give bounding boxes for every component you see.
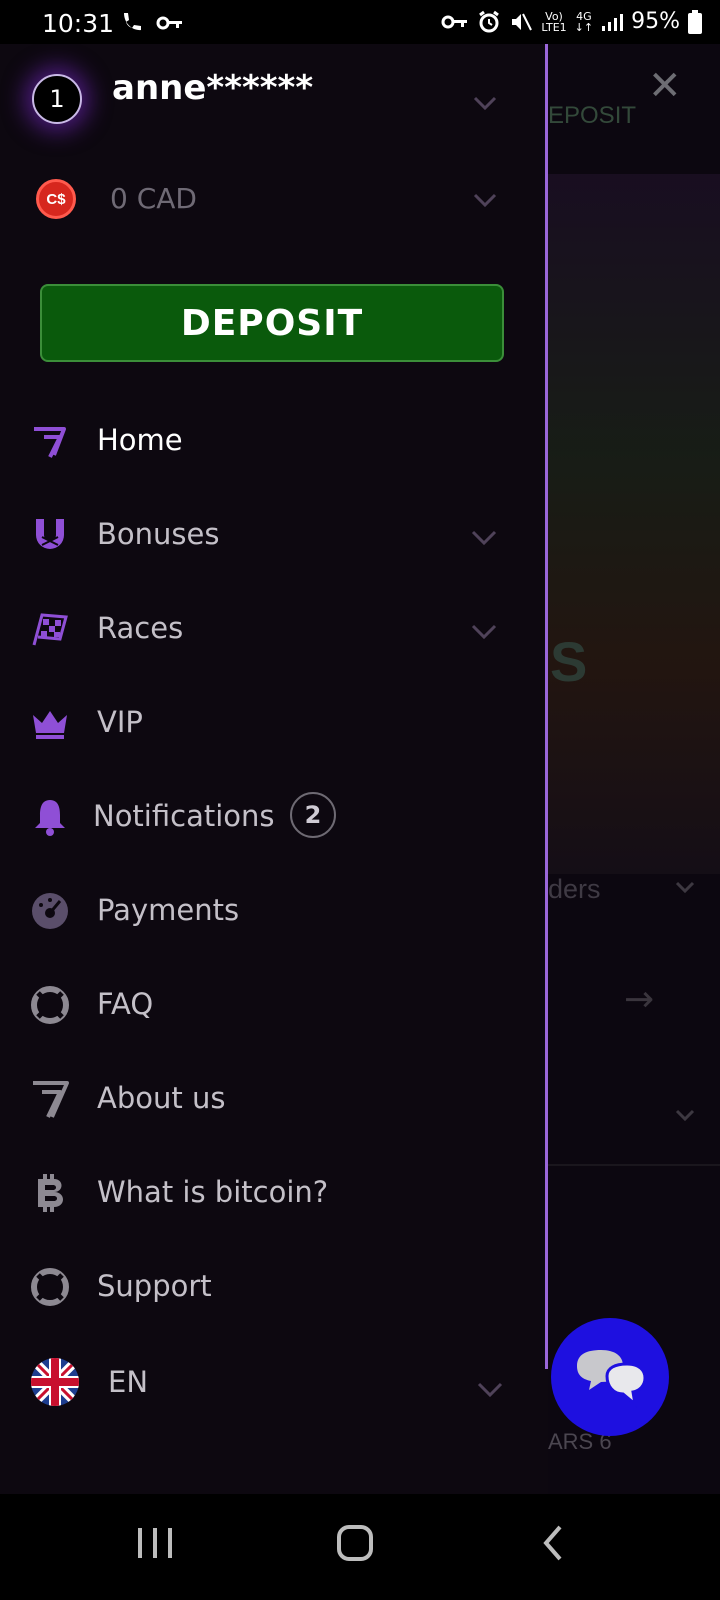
level-avatar[interactable]: 1 <box>32 74 82 124</box>
crown-icon <box>33 711 67 739</box>
support-lifebuoy-icon <box>31 1268 69 1306</box>
home-button-icon[interactable] <box>320 1514 390 1574</box>
arrow-right-icon: → <box>624 979 655 1020</box>
menu-label: Support <box>97 1269 212 1303</box>
chevron-down-icon <box>471 530 497 546</box>
language-label: EN <box>108 1365 149 1399</box>
chevron-down-icon <box>477 1382 503 1398</box>
status-bar: 10:31 Vo) LTE1 4G ↓↑ 95% <box>0 0 720 44</box>
chevron-down-icon[interactable] <box>472 187 498 213</box>
chevron-down-icon <box>675 881 695 894</box>
horseshoe-icon <box>36 519 64 549</box>
menu-label: Notifications <box>93 799 275 833</box>
username[interactable]: anne****** <box>112 68 313 108</box>
background-page: EPOSIT ✕ S ders → ARS 6 <box>548 44 720 1494</box>
background-deposit-text: EPOSIT <box>548 102 637 129</box>
back-icon[interactable] <box>520 1514 590 1574</box>
divider <box>548 1164 720 1166</box>
menu-label: What is bitcoin? <box>97 1175 329 1209</box>
background-section-label: ders <box>548 874 601 904</box>
chat-bubbles-icon <box>577 1350 647 1408</box>
menu-item-notifications[interactable]: Notifications 2 <box>0 777 540 857</box>
missed-call-icon <box>124 13 141 31</box>
chat-button[interactable] <box>551 1318 669 1436</box>
seven-outline-icon <box>33 1081 69 1118</box>
close-drawer-icon[interactable]: ✕ <box>648 66 682 106</box>
data-indicator: 4G ↓↑ <box>574 9 594 34</box>
battery-percent: 95% <box>631 9 680 34</box>
background-banner-letter: S <box>550 630 588 693</box>
seven-logo-icon <box>34 427 66 458</box>
uk-flag-icon <box>31 1358 79 1406</box>
menu-item-races[interactable]: Races <box>0 589 540 669</box>
menu-item-vip[interactable]: VIP <box>0 683 540 763</box>
menu-item-about-us[interactable]: About us <box>0 1059 540 1139</box>
status-time: 10:31 <box>42 9 115 38</box>
checkered-flag-icon <box>32 613 68 646</box>
battery-icon <box>688 9 702 34</box>
lifebuoy-icon <box>31 986 69 1024</box>
menu-item-payments[interactable]: Payments <box>0 871 540 951</box>
chevron-down-icon <box>471 624 497 640</box>
background-banner <box>548 174 720 874</box>
menu-item-home[interactable]: Home <box>0 401 540 481</box>
menu-item-bonuses[interactable]: Bonuses <box>0 495 540 575</box>
vpn-key-icon <box>441 15 468 28</box>
alarm-icon <box>479 10 500 32</box>
status-right-icons: Vo) LTE1 4G ↓↑ 95% <box>441 9 702 34</box>
drawer-edge-line <box>545 44 548 1369</box>
system-navigation-bar <box>0 1494 720 1600</box>
menu-label: Races <box>97 611 184 645</box>
cad-currency-icon: C$ <box>36 179 76 219</box>
volte-indicator: Vo) LTE1 <box>541 9 567 34</box>
payment-chip-icon <box>32 893 68 929</box>
notification-count-badge: 2 <box>290 792 336 838</box>
balance-amount[interactable]: 0 CAD <box>110 182 197 215</box>
menu-item-support[interactable]: Support <box>0 1247 540 1327</box>
status-notification-icons <box>120 10 184 37</box>
signal-icon <box>602 13 624 31</box>
menu-label: Bonuses <box>97 517 220 551</box>
menu-item-bitcoin[interactable]: What is bitcoin? <box>0 1153 540 1233</box>
mute-icon <box>512 13 533 30</box>
recent-apps-icon[interactable] <box>120 1514 190 1574</box>
bell-icon <box>35 800 65 836</box>
menu-label: FAQ <box>97 987 154 1021</box>
language-selector[interactable]: EN <box>0 1341 540 1421</box>
chevron-down-icon[interactable] <box>472 90 498 116</box>
menu-item-faq[interactable]: FAQ <box>0 965 540 1045</box>
menu-label: Payments <box>97 893 240 927</box>
navigation-drawer: 1 anne****** C$ 0 CAD DEPOSIT Home Bonus… <box>0 44 548 1494</box>
bitcoin-icon <box>38 1174 63 1212</box>
menu-label: About us <box>97 1081 226 1115</box>
chevron-down-icon <box>675 1109 695 1122</box>
menu-label: VIP <box>97 705 143 739</box>
menu-label: Home <box>97 423 183 457</box>
deposit-button[interactable]: DEPOSIT <box>40 284 504 362</box>
key-icon <box>156 16 183 30</box>
